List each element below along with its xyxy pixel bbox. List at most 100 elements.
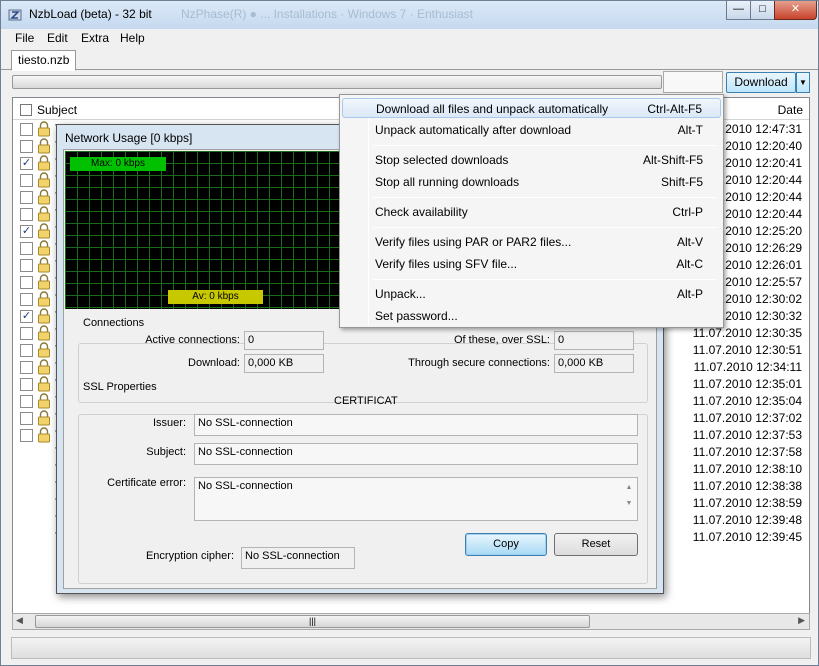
close-button[interactable]: ✕: [774, 1, 817, 20]
menu-separator: [373, 145, 717, 146]
maximize-button[interactable]: □: [750, 1, 775, 20]
copy-button[interactable]: Copy: [465, 533, 547, 556]
background-window-title: NzPhase(R) ● ... Installations · Windows…: [181, 7, 474, 21]
row-checkbox[interactable]: [20, 344, 33, 357]
subject-column-header[interactable]: Subject: [37, 103, 77, 117]
menu-edit[interactable]: Edit: [45, 31, 70, 45]
menu-bar: File Edit Extra Help: [1, 29, 818, 49]
lock-icon: [38, 240, 50, 256]
row-checkbox[interactable]: [20, 259, 33, 272]
lock-icon: [38, 427, 50, 443]
certificate-error-label: Certificate error:: [107, 477, 186, 489]
horizontal-scrollbar[interactable]: ◀ ||| ▶: [12, 613, 810, 630]
row-date: 11.07.2010 12:38:10: [692, 462, 802, 476]
menu-item-label: Verify files using SFV file...: [375, 257, 518, 271]
row-date: 11.07.2010 12:37:53: [692, 428, 802, 442]
download-value: 0,000 KB: [244, 354, 324, 373]
dropdown-menu-item[interactable]: Set password...: [342, 306, 721, 326]
lock-icon: [38, 189, 50, 205]
menu-item-shortcut: Ctrl-P: [672, 205, 703, 219]
scrollbar-thumb[interactable]: |||: [35, 615, 590, 628]
row-checkbox[interactable]: [20, 293, 33, 306]
row-checkbox[interactable]: [20, 395, 33, 408]
menu-item-shortcut: Alt-T: [677, 123, 703, 137]
dropdown-menu-item[interactable]: Download all files and unpack automatica…: [342, 98, 721, 118]
menu-item-label: Unpack automatically after download: [375, 123, 572, 137]
row-date: 11.07.2010 12:30:35: [692, 326, 802, 340]
row-checkbox[interactable]: ✓: [20, 225, 33, 238]
lock-icon: [38, 257, 50, 273]
minimize-button[interactable]: —: [726, 1, 751, 20]
issuer-label: Issuer:: [152, 417, 186, 429]
row-checkbox[interactable]: [20, 412, 33, 425]
menu-separator: [373, 279, 717, 280]
reset-button[interactable]: Reset: [554, 533, 638, 556]
ssl-connections-value: 0: [554, 331, 634, 350]
connections-group: [78, 343, 648, 403]
row-date: 11.07.2010 12:38:59: [692, 496, 802, 510]
certificate-heading: CERTIFICAT: [334, 395, 398, 407]
dropdown-menu-item[interactable]: Verify files using SFV file... Alt-C: [342, 254, 721, 274]
dropdown-menu-item[interactable]: Unpack... Alt-P: [342, 284, 721, 304]
menu-file[interactable]: File: [13, 31, 36, 45]
row-checkbox[interactable]: ✓: [20, 310, 33, 323]
lock-icon: [38, 206, 50, 222]
lock-icon: [38, 274, 50, 290]
menu-item-label: Download all files and unpack automatica…: [376, 102, 609, 116]
textarea-scroll-arrows-icon[interactable]: ▲ ▼: [623, 480, 635, 518]
certificate-error-value: No SSL-connection: [198, 480, 293, 492]
max-kbps-label: Max: 0 kbps: [70, 157, 166, 171]
scroll-right-icon[interactable]: ▶: [798, 615, 805, 626]
menu-item-shortcut: Ctrl-Alt-F5: [647, 102, 702, 116]
scroll-left-icon[interactable]: ◀: [16, 615, 23, 626]
active-connections-label: Active connections:: [145, 334, 240, 346]
active-connections-value: 0: [244, 331, 324, 350]
lock-icon: [38, 325, 50, 341]
row-checkbox[interactable]: [20, 378, 33, 391]
menu-extra[interactable]: Extra: [79, 31, 111, 45]
select-all-checkbox[interactable]: [20, 104, 32, 116]
download-dropdown-arrow-icon[interactable]: ▼: [796, 72, 810, 93]
lock-icon: [38, 359, 50, 375]
date-column-header[interactable]: Date: [778, 103, 803, 117]
title-bar: NzbLoad (beta) - 32 bit NzPhase(R) ● ...…: [1, 1, 818, 29]
row-checkbox[interactable]: [20, 123, 33, 136]
row-checkbox[interactable]: [20, 361, 33, 374]
lock-icon: [38, 376, 50, 392]
dropdown-menu-item[interactable]: Check availability Ctrl-P: [342, 202, 721, 222]
row-date: 11.07.2010 12:35:01: [692, 377, 802, 391]
row-date: 11.07.2010 12:39:48: [692, 513, 802, 527]
lock-icon: [38, 342, 50, 358]
row-date: 11.07.2010 12:30:51: [692, 343, 802, 357]
lock-icon: [38, 155, 50, 171]
row-checkbox[interactable]: [20, 242, 33, 255]
certificate-error-field: No SSL-connection ▲ ▼: [194, 477, 638, 521]
row-checkbox[interactable]: [20, 276, 33, 289]
row-checkbox[interactable]: ✓: [20, 157, 33, 170]
row-checkbox[interactable]: [20, 174, 33, 187]
tab-tiesto-nzb[interactable]: tiesto.nzb: [11, 50, 77, 71]
dropdown-menu-item[interactable]: Unpack automatically after download Alt-…: [342, 120, 721, 140]
download-label: Download:: [188, 357, 240, 369]
dialog-title: Network Usage [0 kbps]: [65, 131, 193, 145]
avg-kbps-label: Av: 0 kbps: [168, 290, 263, 304]
dropdown-menu-item[interactable]: Stop selected downloads Alt-Shift-F5: [342, 150, 721, 170]
menu-item-label: Check availability: [375, 205, 468, 219]
speed-field: [663, 71, 723, 93]
row-checkbox[interactable]: [20, 208, 33, 221]
dropdown-menu-item[interactable]: Verify files using PAR or PAR2 files... …: [342, 232, 721, 252]
row-checkbox[interactable]: [20, 429, 33, 442]
menu-item-label: Verify files using PAR or PAR2 files...: [375, 235, 572, 249]
menu-item-label: Stop all running downloads: [375, 175, 520, 189]
row-checkbox[interactable]: [20, 191, 33, 204]
dropdown-menu-item[interactable]: Stop all running downloads Shift-F5: [342, 172, 721, 192]
row-checkbox[interactable]: [20, 327, 33, 340]
menu-item-shortcut: Shift-F5: [660, 175, 703, 189]
download-button[interactable]: Download: [726, 72, 796, 93]
lock-icon: [38, 121, 50, 137]
row-checkbox[interactable]: [20, 140, 33, 153]
lock-icon: [38, 410, 50, 426]
subject-field: No SSL-connection: [194, 443, 638, 465]
download-progress-bar: [12, 75, 662, 89]
menu-help[interactable]: Help: [118, 31, 147, 45]
